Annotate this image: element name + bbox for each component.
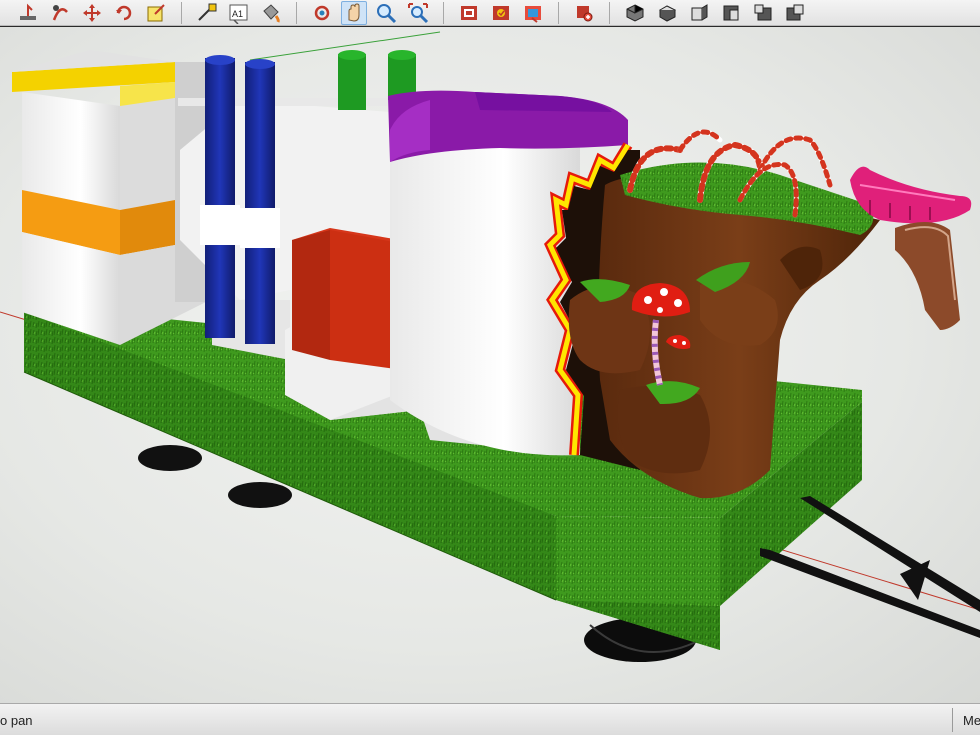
toolbar-group	[12, 0, 172, 26]
toolbar-separator	[296, 1, 297, 24]
toolbar-group	[619, 0, 811, 26]
waterfall-shape	[895, 221, 960, 330]
share-model-tool-button[interactable]	[488, 1, 514, 25]
rotate-icon	[116, 5, 132, 20]
status-divider	[952, 708, 953, 732]
get-models-tool-button[interactable]	[456, 1, 482, 25]
paint-bucket-tool-button[interactable]	[258, 1, 284, 25]
top-view-icon	[658, 4, 677, 22]
toolbar-separator	[558, 1, 559, 24]
right-view-icon	[723, 5, 739, 20]
zoom-tool-button[interactable]	[373, 1, 399, 25]
svg-text:A1: A1	[232, 9, 243, 19]
paint-bucket-icon	[263, 3, 280, 23]
walk-icon	[52, 4, 68, 20]
share-component-icon	[525, 5, 541, 23]
toolbar-separator	[443, 1, 444, 24]
measurements-label: Me	[963, 713, 980, 728]
extension-warehouse-tool-button[interactable]	[571, 1, 597, 25]
toolbar-group	[453, 0, 549, 26]
get-models-icon	[461, 5, 477, 20]
pan-icon	[348, 2, 360, 22]
left-view-tool-button[interactable]	[782, 1, 808, 25]
share-component-tool-button[interactable]	[520, 1, 546, 25]
float-model	[0, 31, 980, 662]
move-tool-button[interactable]	[79, 1, 105, 25]
toolbar-separator	[181, 1, 182, 24]
left-view-icon	[786, 4, 804, 20]
scale-tool-button[interactable]	[143, 1, 169, 25]
text-icon: A1	[229, 4, 248, 24]
rotate-tool-button[interactable]	[111, 1, 137, 25]
model-viewport[interactable]	[0, 27, 980, 703]
tape-measure-icon	[198, 3, 217, 21]
orbit-icon	[314, 5, 330, 20]
back-view-icon	[754, 4, 772, 20]
move-icon	[83, 3, 101, 22]
iso-view-tool-button[interactable]	[622, 1, 648, 25]
zoom-extents-icon	[408, 2, 429, 23]
zoom-icon	[377, 3, 397, 23]
front-view-icon	[691, 3, 708, 20]
right-view-tool-button[interactable]	[718, 1, 744, 25]
position-camera-tool-button[interactable]	[15, 1, 41, 25]
iso-view-icon	[626, 3, 644, 22]
toolbar-separator	[609, 1, 610, 24]
tape-measure-tool-button[interactable]	[194, 1, 220, 25]
toolbar-group	[306, 0, 434, 26]
share-model-icon	[493, 5, 509, 20]
top-view-tool-button[interactable]	[654, 1, 680, 25]
toolbar-group	[568, 0, 600, 26]
front-view-tool-button[interactable]	[686, 1, 712, 25]
status-hint: o pan	[0, 713, 33, 728]
orbit-tool-button[interactable]	[309, 1, 335, 25]
position-camera-icon	[20, 3, 36, 20]
walk-tool-button[interactable]	[47, 1, 73, 25]
pan-tool-button[interactable]	[341, 0, 367, 25]
extension-warehouse-icon	[577, 5, 593, 21]
toolbar: A1	[0, 0, 980, 26]
status-bar: o pan Me	[0, 703, 980, 735]
zoom-extents-tool-button[interactable]	[405, 1, 431, 25]
back-view-tool-button[interactable]	[750, 1, 776, 25]
text-tool-button[interactable]: A1	[226, 1, 252, 25]
scale-icon	[147, 3, 165, 21]
toolbar-group: A1	[191, 0, 287, 26]
